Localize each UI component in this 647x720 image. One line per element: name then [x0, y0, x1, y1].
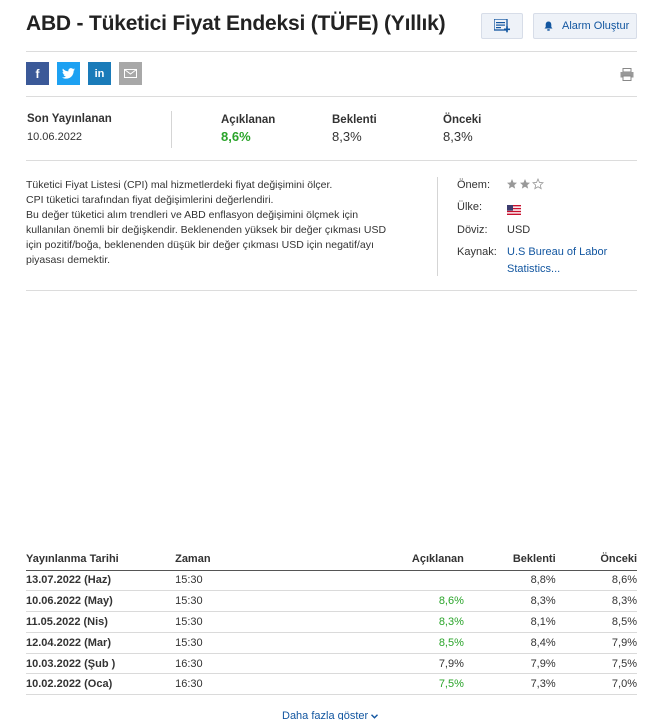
description-line: Bu değer tüketici alım trendleri ve ABD … — [26, 209, 387, 266]
table-row: 10.02.2022 (Oca) 16:30 7,5% 7,3% 7,0% — [26, 673, 637, 696]
bell-icon — [544, 21, 553, 31]
release-time: 15:30 — [175, 590, 301, 613]
summary-separator — [171, 111, 172, 148]
actual-cell — [300, 570, 464, 592]
last-release-label: Son Yayınlanan — [27, 113, 112, 125]
divider — [26, 96, 637, 97]
table-row: 12.04.2022 (Mar) 15:30 8,5% 8,4% 7,9% — [26, 632, 637, 654]
column-header: Önceki — [555, 548, 637, 571]
divider — [26, 160, 637, 161]
currency-value: USD — [507, 224, 531, 236]
column-header: Beklenti — [463, 548, 556, 571]
forecast-cell: 8,8% — [463, 570, 556, 592]
create-alarm-button[interactable]: Alarm Oluştur — [533, 13, 637, 39]
chevron-down-icon — [371, 714, 379, 719]
show-more-label: Daha fazla göster — [282, 710, 369, 720]
linkedin-icon: in — [94, 67, 105, 80]
forecast-cell: 7,3% — [463, 673, 556, 696]
source-label: Kaynak: — [457, 246, 497, 258]
table-row: 13.07.2022 (Haz) 15:30 8,8% 8,6% — [26, 570, 637, 592]
actual-cell: 8,3% — [300, 611, 464, 633]
previous-label: Önceki — [443, 114, 482, 126]
importance-label: Önem: — [457, 179, 491, 191]
last-release-value: 10.06.2022 — [27, 131, 83, 143]
release-time: 15:30 — [175, 611, 301, 633]
add-to-list-icon — [494, 19, 510, 33]
forecast-cell: 8,3% — [463, 590, 556, 613]
forecast-label: Beklenti — [332, 114, 377, 126]
table-row: 11.05.2022 (Nis) 15:30 8,3% 8,1% 8,5% — [26, 611, 637, 633]
social-share-bar: f in — [26, 62, 142, 85]
star-filled-icon — [520, 179, 530, 189]
actual-cell: 7,5% — [300, 673, 464, 696]
previous-cell: 7,0% — [555, 673, 637, 696]
twitter-share-button[interactable] — [57, 62, 80, 85]
table-header-row: Yayınlanma Tarihi Zaman Açıklanan Beklen… — [26, 548, 637, 571]
event-description: Tüketici Fiyat Listesi (CPI) mal hizmetl… — [26, 178, 398, 268]
release-date: 10.02.2022 (Oca) — [26, 673, 176, 696]
release-date: 12.04.2022 (Mar) — [26, 632, 176, 654]
country-flag — [507, 202, 521, 220]
previous-cell: 8,5% — [555, 611, 637, 633]
meta-separator — [437, 177, 438, 276]
previous-value: 8,3% — [443, 129, 473, 144]
release-date: 10.03.2022 (Şub ) — [26, 653, 176, 675]
divider — [26, 51, 637, 52]
page-title: ABD - Tüketici Fiyat Endeksi (TÜFE) (Yıl… — [26, 12, 446, 35]
envelope-icon — [124, 69, 137, 78]
release-history-table: Yayınlanma Tarihi Zaman Açıklanan Beklen… — [26, 548, 637, 696]
actual-cell: 7,9% — [300, 653, 464, 675]
description-line: Tüketici Fiyat Listesi (CPI) mal hizmetl… — [26, 179, 333, 191]
actual-cell: 8,5% — [300, 632, 464, 654]
forecast-value: 8,3% — [332, 129, 362, 144]
printer-icon — [620, 68, 634, 81]
email-share-button[interactable] — [119, 62, 142, 85]
release-time: 15:30 — [175, 570, 301, 592]
importance-stars — [506, 178, 544, 190]
facebook-icon: f — [35, 66, 40, 81]
source-link[interactable]: U.S Bureau of Labor — [507, 246, 607, 258]
column-header: Zaman — [175, 548, 301, 571]
release-time: 16:30 — [175, 653, 301, 675]
release-date: 10.06.2022 (May) — [26, 590, 176, 613]
print-button[interactable] — [620, 68, 634, 86]
us-flag-icon — [507, 205, 521, 215]
previous-cell: 8,3% — [555, 590, 637, 613]
twitter-bird-icon — [62, 68, 75, 79]
country-label: Ülke: — [457, 201, 483, 213]
column-header: Yayınlanma Tarihi — [26, 548, 176, 571]
description-line: CPI tüketici tarafından fiyat değişimler… — [26, 194, 274, 206]
actual-cell: 8,6% — [300, 590, 464, 613]
actual-value: 8,6% — [221, 129, 251, 144]
star-filled-icon — [507, 179, 517, 189]
show-more-link[interactable]: Daha fazla göster — [282, 710, 379, 720]
table-row: 10.06.2022 (May) 15:30 8,6% 8,3% 8,3% — [26, 590, 637, 613]
previous-cell: 8,6% — [555, 570, 637, 592]
release-time: 16:30 — [175, 673, 301, 696]
linkedin-share-button[interactable]: in — [88, 62, 111, 85]
table-row: 10.03.2022 (Şub ) 16:30 7,9% 7,9% 7,5% — [26, 653, 637, 675]
column-header: Açıklanan — [300, 548, 464, 571]
release-date: 13.07.2022 (Haz) — [26, 570, 176, 592]
star-empty-icon — [532, 178, 544, 190]
divider — [26, 290, 637, 291]
add-to-portfolio-button[interactable] — [481, 13, 523, 39]
currency-label: Döviz: — [457, 224, 488, 236]
alarm-label: Alarm Oluştur — [562, 20, 630, 32]
actual-label: Açıklanan — [221, 114, 276, 126]
source-link[interactable]: Statistics... — [507, 263, 560, 275]
previous-cell: 7,9% — [555, 632, 637, 654]
release-date: 11.05.2022 (Nis) — [26, 611, 176, 633]
previous-cell: 7,5% — [555, 653, 637, 675]
facebook-share-button[interactable]: f — [26, 62, 49, 85]
forecast-cell: 8,1% — [463, 611, 556, 633]
forecast-cell: 8,4% — [463, 632, 556, 654]
release-time: 15:30 — [175, 632, 301, 654]
forecast-cell: 7,9% — [463, 653, 556, 675]
